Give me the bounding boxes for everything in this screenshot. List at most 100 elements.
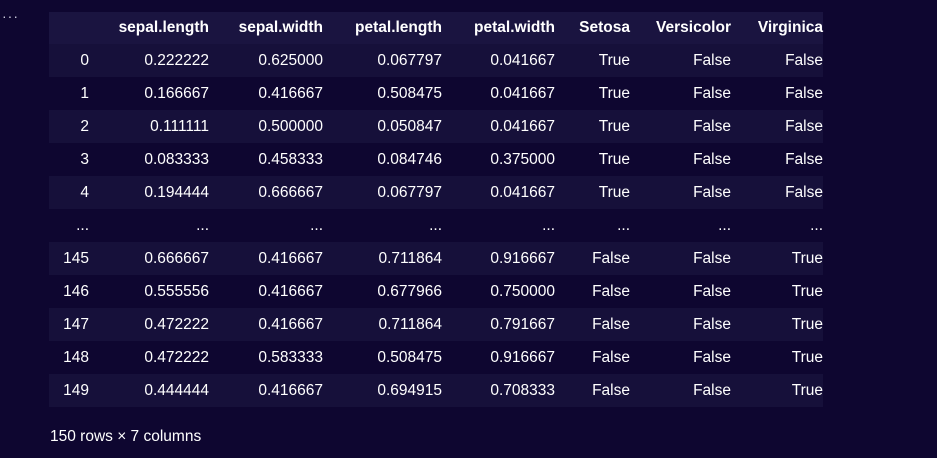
table-row: 3 0.083333 0.458333 0.084746 0.375000 True Fal…: [49, 143, 823, 176]
cell-virginica: True: [791, 381, 823, 399]
row-index: ...: [76, 216, 89, 234]
cell-petal-length: 0.084746: [377, 150, 442, 168]
cell-petal-width: ...: [542, 216, 555, 234]
row-index: 146: [63, 282, 89, 300]
cell-sepal-length: 0.194444: [144, 183, 209, 201]
cell-petal-length: 0.711864: [378, 249, 443, 267]
cell-sepal-width: 0.416667: [258, 84, 323, 102]
cell-versicolor: False: [693, 183, 731, 201]
cell-versicolor: False: [693, 315, 731, 333]
cell-petal-length: ...: [429, 216, 442, 234]
cell-petal-width: 0.708333: [490, 381, 555, 399]
cell-petal-length: 0.508475: [377, 84, 442, 102]
cell-sepal-length: 0.083333: [144, 150, 209, 168]
row-index: 148: [63, 348, 89, 366]
cell-sepal-width: ...: [310, 216, 323, 234]
cell-setosa: False: [592, 381, 630, 399]
cell-virginica: False: [785, 84, 823, 102]
table-row: 0 0.222222 0.625000 0.067797 0.041667 True Fal…: [49, 44, 823, 77]
cell-virginica: True: [791, 282, 823, 300]
cell-petal-length: 0.067797: [377, 183, 442, 201]
row-index: 149: [63, 381, 89, 399]
cell-setosa: False: [592, 315, 630, 333]
cell-setosa: False: [592, 282, 630, 300]
cell-sepal-length: 0.222222: [144, 51, 209, 69]
cell-versicolor: False: [693, 150, 731, 168]
row-index: 4: [80, 183, 89, 201]
column-header-versicolor: Versicolor: [630, 12, 731, 44]
row-index: 3: [80, 150, 89, 168]
cell-sepal-width: 0.416667: [258, 315, 323, 333]
table-row: 146 0.555556 0.416667 0.677966 0.750000 False…: [49, 275, 823, 308]
cell-sepal-width: 0.625000: [258, 51, 323, 69]
cell-sepal-length: 0.444444: [144, 381, 209, 399]
cell-sepal-width: 0.583333: [258, 348, 323, 366]
cell-petal-width: 0.916667: [490, 249, 555, 267]
cell-setosa: ...: [617, 216, 630, 234]
cell-virginica: True: [791, 249, 823, 267]
cell-petal-width: 0.375000: [490, 150, 555, 168]
cell-petal-length: 0.711864: [378, 315, 443, 333]
cell-petal-length: 0.050847: [377, 117, 442, 135]
cell-petal-width: 0.041667: [490, 183, 555, 201]
row-index: 1: [80, 84, 89, 102]
column-header-setosa: Setosa: [555, 12, 630, 44]
cell-virginica: True: [791, 348, 823, 366]
cell-petal-width: 0.916667: [490, 348, 555, 366]
table-header: sepal.length sepal.width petal.length pe…: [49, 12, 823, 44]
cell-sepal-width: 0.666667: [258, 183, 323, 201]
cell-versicolor: False: [693, 282, 731, 300]
column-header-petal-length: petal.length: [323, 12, 442, 44]
cell-petal-width: 0.791667: [490, 315, 555, 333]
dataframe-output: sepal.length sepal.width petal.length pe…: [49, 12, 823, 407]
cell-virginica: ...: [810, 216, 823, 234]
cell-petal-length: 0.677966: [377, 282, 442, 300]
table-row: 147 0.472222 0.416667 0.711864 0.791667 False…: [49, 308, 823, 341]
cell-petal-width: 0.041667: [490, 84, 555, 102]
cell-sepal-length: 0.666667: [144, 249, 209, 267]
cell-versicolor: False: [693, 381, 731, 399]
table-row: ........................: [49, 209, 823, 242]
cell-setosa: False: [592, 249, 630, 267]
index-header: [49, 12, 89, 44]
column-header-virginica: Virginica: [731, 12, 823, 44]
output-menu-icon[interactable]: ···: [2, 8, 24, 24]
cell-petal-length: 0.694915: [377, 381, 442, 399]
cell-virginica: False: [785, 150, 823, 168]
cell-virginica: False: [785, 117, 823, 135]
dataframe-table: sepal.length sepal.width petal.length pe…: [49, 12, 823, 407]
header-row: sepal.length sepal.width petal.length pe…: [49, 12, 823, 44]
cell-setosa: True: [598, 183, 630, 201]
table-row: 148 0.472222 0.583333 0.508475 0.916667 False…: [49, 341, 823, 374]
table-row: 145 0.666667 0.416667 0.711864 0.916667 False…: [49, 242, 823, 275]
cell-sepal-width: 0.416667: [258, 282, 323, 300]
cell-sepal-length: ...: [196, 216, 209, 234]
column-header-sepal-length: sepal.length: [89, 12, 209, 44]
table-row: 2 0.111111 0.500000 0.050847 0.041667 True Fal…: [49, 110, 823, 143]
cell-sepal-length: 0.555556: [144, 282, 209, 300]
cell-petal-width: 0.041667: [490, 117, 555, 135]
cell-versicolor: False: [693, 84, 731, 102]
cell-sepal-width: 0.416667: [258, 249, 323, 267]
cell-sepal-length: 0.166667: [144, 84, 209, 102]
cell-sepal-length: 0.472222: [144, 315, 209, 333]
cell-versicolor: False: [693, 51, 731, 69]
cell-setosa: True: [598, 150, 630, 168]
table-row: 149 0.444444 0.416667 0.694915 0.708333 False…: [49, 374, 823, 407]
cell-sepal-width: 0.416667: [258, 381, 323, 399]
cell-setosa: True: [598, 51, 630, 69]
cell-virginica: True: [791, 315, 823, 333]
table-row: 1 0.166667 0.416667 0.508475 0.041667 True Fal…: [49, 77, 823, 110]
cell-versicolor: False: [693, 117, 731, 135]
table-body: 0 0.222222 0.625000 0.067797 0.041667 True Fal…: [49, 44, 823, 407]
cell-petal-length: 0.508475: [377, 348, 442, 366]
cell-sepal-length: 0.472222: [144, 348, 209, 366]
cell-sepal-length: 0.111111: [150, 117, 209, 135]
cell-petal-width: 0.750000: [490, 282, 555, 300]
cell-virginica: False: [785, 51, 823, 69]
cell-petal-length: 0.067797: [377, 51, 442, 69]
cell-sepal-width: 0.500000: [258, 117, 323, 135]
row-index: 145: [63, 249, 89, 267]
cell-sepal-width: 0.458333: [258, 150, 323, 168]
column-header-sepal-width: sepal.width: [209, 12, 323, 44]
